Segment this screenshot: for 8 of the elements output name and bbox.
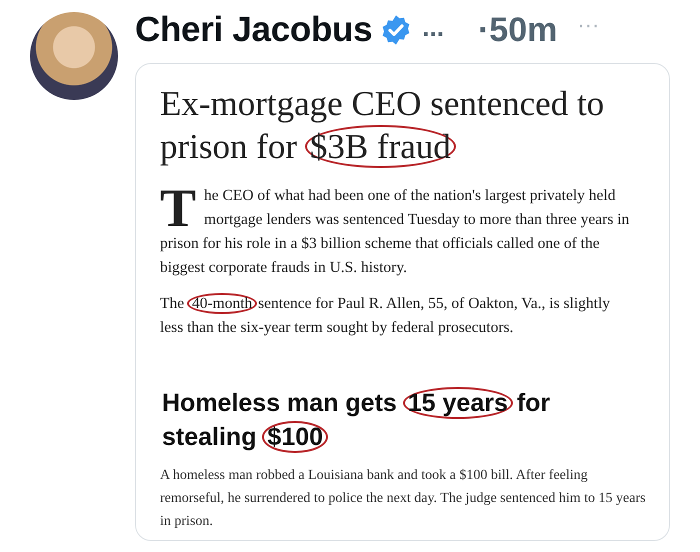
name-ellipsis: ...	[422, 12, 444, 42]
author-name[interactable]: Cheri Jacobus	[135, 10, 372, 50]
article-paragraph: The 40-month sentence for Paul R. Allen, 55, of Oakton, Va., is slightly less than the six-year term sought by federal prosecutors.	[160, 292, 612, 338]
timestamp[interactable]: ·50m	[478, 10, 558, 50]
image-card[interactable]	[135, 63, 670, 541]
headline: Ex-mortgage CEO sentenced to prison for $3B fraud	[160, 83, 606, 168]
headline: Homeless man gets 15 years for stealing $100	[161, 386, 552, 454]
article-paragraph: A homeless man robbed a Louisiana bank and took a $100 bill. After feeling remorseful, he surrendered to police the next day. The judge sentenced him to 15 years in prison.	[160, 467, 647, 531]
